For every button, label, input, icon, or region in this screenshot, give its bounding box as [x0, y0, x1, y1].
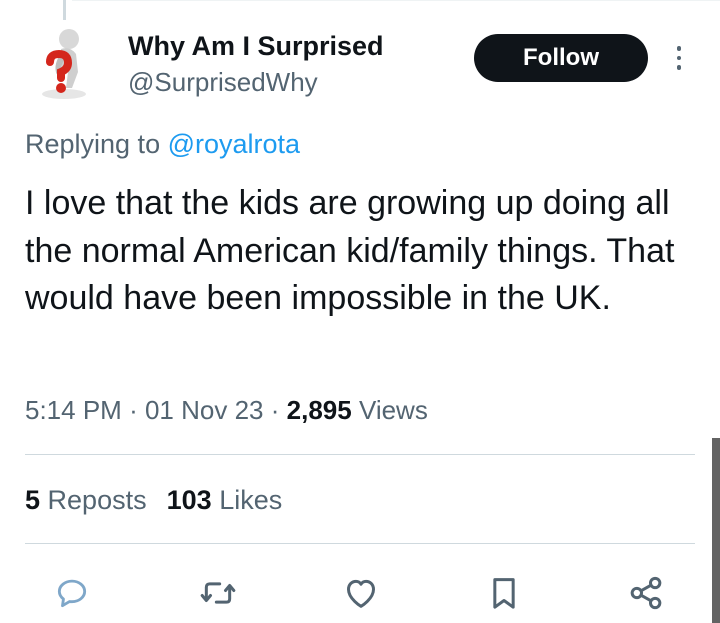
- views-label[interactable]: Views: [359, 395, 428, 425]
- replying-to-mention-link[interactable]: @royalrota: [168, 129, 300, 159]
- repost-button[interactable]: [198, 573, 238, 613]
- reply-bubble-icon: [57, 579, 87, 608]
- tweet-date[interactable]: 01 Nov 23: [145, 395, 264, 425]
- like-button[interactable]: [341, 573, 381, 613]
- repost-arrows-icon: [200, 582, 236, 604]
- thread-connector-line: [63, 0, 66, 20]
- meta-separator: ·: [129, 395, 138, 425]
- tweet-metadata: 5:14 PM · 01 Nov 23 · 2,895 Views: [25, 394, 428, 426]
- reposts-stat[interactable]: 5 Reposts: [25, 485, 147, 515]
- heart-icon: [347, 579, 375, 608]
- stats-top-divider: [25, 454, 695, 455]
- top-divider: [72, 0, 720, 1]
- more-options-icon[interactable]: [668, 40, 690, 76]
- scrollbar[interactable]: [712, 438, 720, 623]
- likes-label: Likes: [219, 485, 283, 515]
- share-button[interactable]: [626, 573, 666, 613]
- author-display-name[interactable]: Why Am I Surprised: [128, 30, 384, 62]
- bookmark-button[interactable]: [484, 573, 524, 613]
- actions-top-divider: [25, 543, 695, 544]
- bookmark-icon: [493, 578, 515, 609]
- reply-button[interactable]: [52, 573, 92, 613]
- views-count[interactable]: 2,895: [287, 395, 352, 425]
- tweet-text: I love that the kids are growing up doin…: [25, 184, 675, 317]
- engagement-stats: 5 Reposts 103 Likes: [25, 484, 282, 516]
- avatar[interactable]: [26, 26, 102, 102]
- question-mark-figure-avatar-icon: [42, 29, 86, 99]
- likes-count: 103: [166, 485, 212, 515]
- reposts-label: Reposts: [47, 485, 147, 515]
- replying-to-line: Replying to @royalrota: [25, 128, 300, 160]
- replying-prefix: Replying to: [25, 129, 168, 159]
- likes-stat[interactable]: 103 Likes: [167, 485, 283, 515]
- follow-button[interactable]: Follow: [474, 34, 648, 82]
- author-handle[interactable]: @SurprisedWhy: [128, 67, 318, 97]
- meta-separator: ·: [270, 395, 280, 425]
- tweet-time[interactable]: 5:14 PM: [25, 395, 122, 425]
- share-icon: [630, 576, 662, 610]
- reposts-count: 5: [25, 485, 41, 515]
